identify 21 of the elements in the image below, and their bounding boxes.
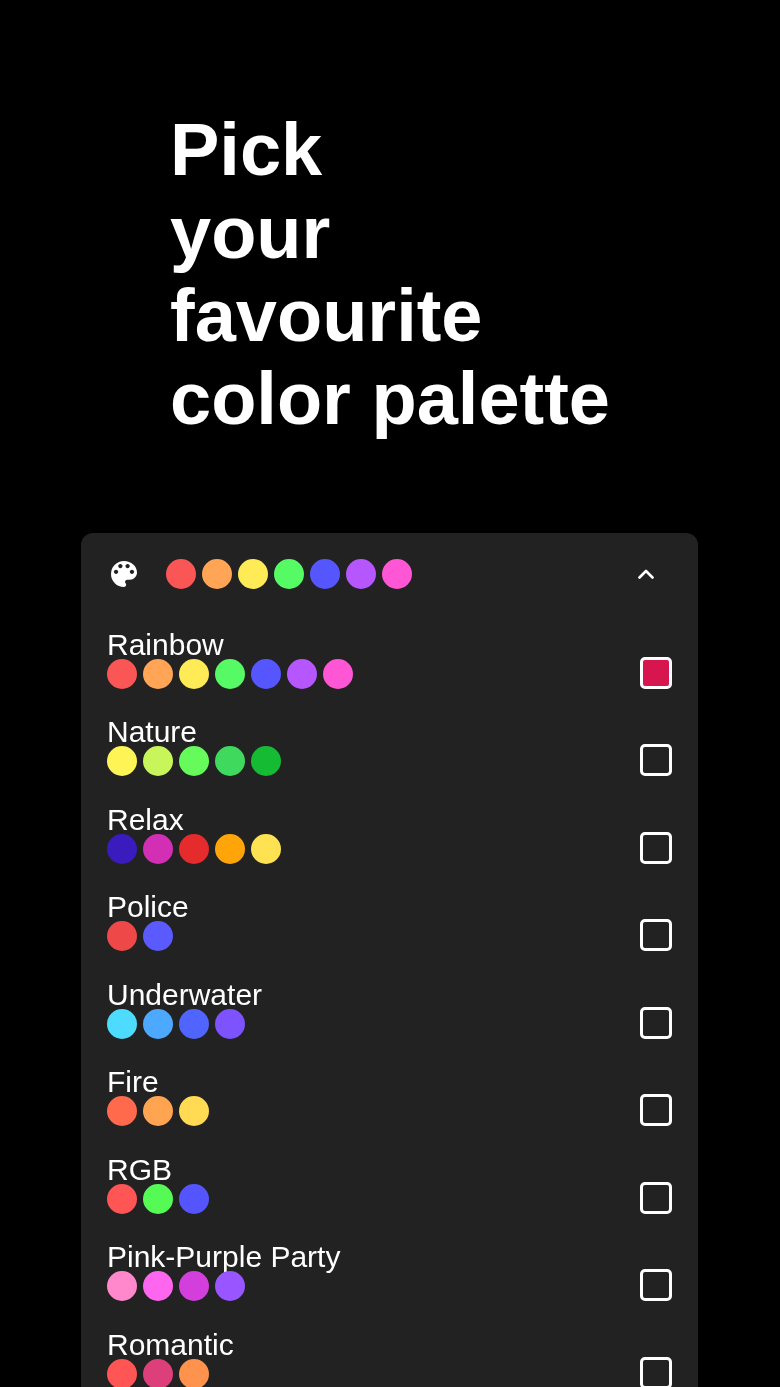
checkbox[interactable] (640, 744, 672, 776)
checkbox[interactable] (640, 656, 672, 689)
checkbox[interactable] (640, 1006, 672, 1039)
palette-name: Underwater (107, 980, 263, 1009)
palette-name: Nature (107, 718, 199, 746)
chevron-up-icon[interactable] (637, 568, 655, 580)
palette-name: Relax (107, 805, 185, 834)
palette-name: Romantic (107, 1330, 234, 1359)
palette-icon (111, 561, 137, 587)
checkbox[interactable] (640, 1269, 672, 1301)
palette-name: Pink-Purple Party (107, 1243, 341, 1271)
checkbox[interactable] (640, 1094, 672, 1126)
palette-name: Police (107, 893, 189, 921)
checkbox[interactable] (640, 831, 672, 864)
palette-name: RGB (107, 1155, 173, 1184)
palette-name: Rainbow (107, 630, 225, 659)
checkbox[interactable] (640, 1356, 672, 1387)
checkbox[interactable] (640, 1181, 672, 1214)
page-heading: Pick your favourite color palette (170, 108, 611, 440)
palette-name: Fire (107, 1068, 160, 1096)
checkbox[interactable] (640, 919, 672, 951)
